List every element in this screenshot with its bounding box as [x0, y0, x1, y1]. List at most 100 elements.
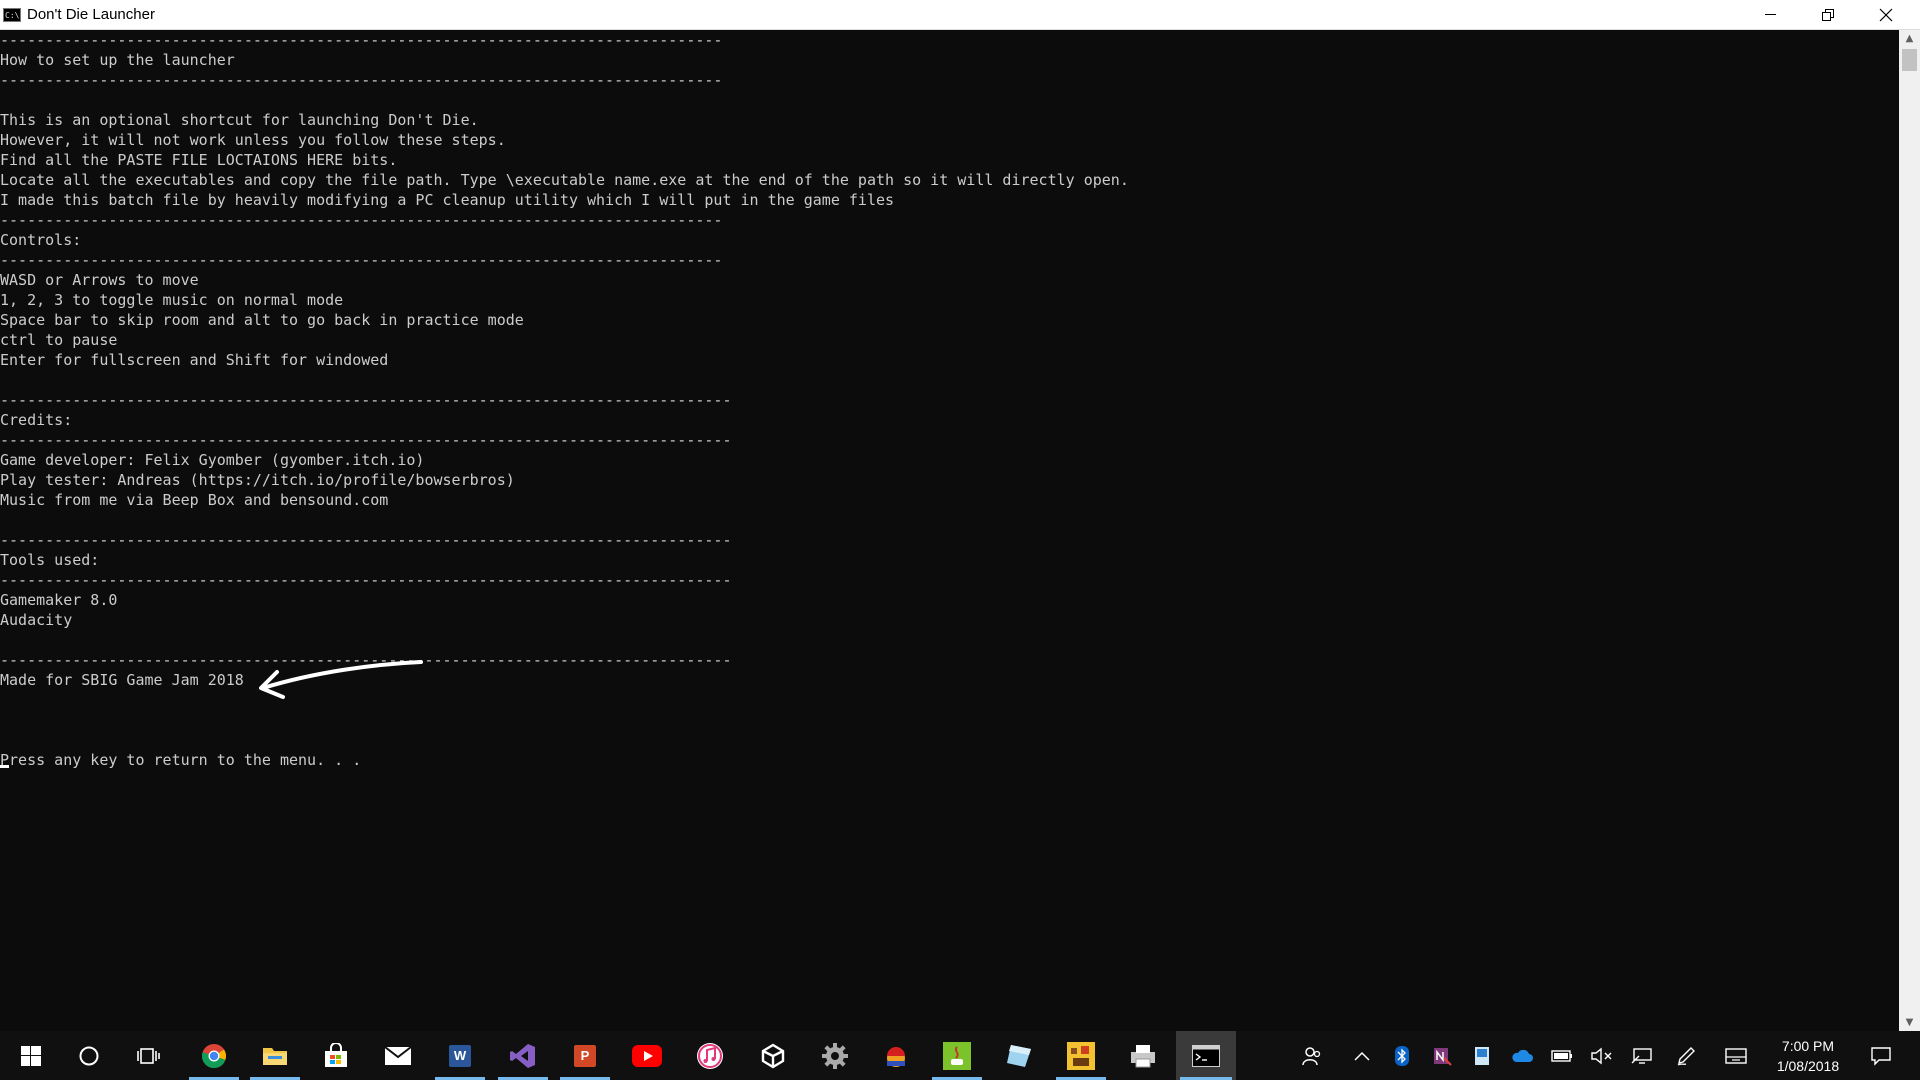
- unity-icon: [761, 1043, 785, 1068]
- device-tray-icon[interactable]: [1462, 1031, 1502, 1080]
- restore-icon: [1822, 8, 1834, 21]
- people-icon[interactable]: [1292, 1031, 1332, 1080]
- task-view-icon: [137, 1047, 160, 1064]
- onenote-tray-icon[interactable]: [1422, 1031, 1462, 1080]
- scroll-thumb[interactable]: [1902, 49, 1917, 71]
- word-app[interactable]: W: [431, 1031, 489, 1080]
- scroll-up-arrow-icon[interactable]: ▲: [1899, 30, 1920, 47]
- console-line: Made for SBIG Game Jam 2018: [0, 671, 244, 689]
- volume-muted-icon[interactable]: [1582, 1031, 1622, 1080]
- console-line: Music from me via Beep Box and bensound.…: [0, 491, 389, 509]
- close-icon: [1879, 8, 1893, 21]
- console-line: This is an optional shortcut for launchi…: [0, 111, 479, 129]
- printer-icon: [1131, 1044, 1155, 1067]
- folder-icon: [263, 1047, 287, 1065]
- console-line: ----------------------------------------…: [0, 251, 723, 269]
- cortana-button[interactable]: [60, 1031, 118, 1080]
- console-line: Game developer: Felix Gyomber (gyomber.i…: [0, 451, 425, 469]
- console-line: ----------------------------------------…: [0, 211, 723, 229]
- console-line: Locate all the executables and copy the …: [0, 171, 1129, 189]
- youtube-play-icon: [632, 1044, 662, 1067]
- taskbar-clock[interactable]: 7:00 PM 1/08/2018: [1760, 1031, 1856, 1080]
- music-note-icon: [697, 1042, 723, 1069]
- text-cursor: [0, 765, 9, 768]
- settings-app[interactable]: [806, 1031, 864, 1080]
- restore-button[interactable]: [1799, 0, 1857, 29]
- powerpoint-icon: P: [574, 1044, 596, 1067]
- console-line: ----------------------------------------…: [0, 531, 732, 549]
- powerpoint-app[interactable]: P: [556, 1031, 614, 1080]
- minimize-icon: [1764, 14, 1776, 15]
- visual-studio-app[interactable]: [494, 1031, 552, 1080]
- console-output[interactable]: ----------------------------------------…: [0, 30, 1899, 1031]
- console-line: Credits:: [0, 411, 73, 429]
- console-line: Enter for fullscreen and Shift for windo…: [0, 351, 389, 369]
- store-app[interactable]: [307, 1031, 365, 1080]
- command-prompt-icon: [1192, 1044, 1220, 1067]
- battery-icon[interactable]: [1542, 1031, 1582, 1080]
- paper-note-icon: [1007, 1044, 1031, 1067]
- visual-studio-icon: [510, 1043, 535, 1068]
- onedrive-cloud-icon[interactable]: [1502, 1031, 1542, 1080]
- task-view-button[interactable]: [120, 1031, 178, 1080]
- console-line: Tools used:: [0, 551, 100, 569]
- windows-logo-icon: [21, 1045, 41, 1066]
- annotation-arrow-icon: [259, 660, 423, 699]
- people-icon-svg: [1302, 1046, 1321, 1065]
- network-icon[interactable]: [1622, 1031, 1662, 1080]
- console-line: ----------------------------------------…: [0, 651, 732, 669]
- vertical-scrollbar[interactable]: ▲ ▼: [1899, 30, 1920, 1031]
- console-line: However, it will not work unless you fol…: [0, 131, 506, 149]
- console-line: ----------------------------------------…: [0, 71, 723, 89]
- scroll-down-arrow-icon[interactable]: ▼: [1899, 1014, 1920, 1031]
- touch-keyboard-icon[interactable]: [1716, 1031, 1756, 1080]
- console-line: Audacity: [0, 611, 73, 629]
- console-text: ----------------------------------------…: [0, 30, 1129, 770]
- minimize-button[interactable]: [1741, 0, 1799, 29]
- game-character-icon: [887, 1046, 905, 1067]
- window-titlebar[interactable]: C:\ Don't Die Launcher: [0, 0, 1920, 30]
- file-explorer-app[interactable]: [246, 1031, 304, 1080]
- console-line: ----------------------------------------…: [0, 391, 732, 409]
- printer-app[interactable]: [1114, 1031, 1172, 1080]
- notes-app[interactable]: [990, 1031, 1048, 1080]
- mail-app[interactable]: [369, 1031, 427, 1080]
- unity-app[interactable]: [744, 1031, 802, 1080]
- java-app[interactable]: [928, 1031, 986, 1080]
- console-line: WASD or Arrows to move: [0, 271, 199, 289]
- console-line: Space bar to skip room and alt to go bac…: [0, 311, 524, 329]
- game-jam-app[interactable]: [1052, 1031, 1110, 1080]
- game-app[interactable]: [867, 1031, 925, 1080]
- window-title: Don't Die Launcher: [27, 6, 155, 23]
- console-line: ----------------------------------------…: [0, 571, 732, 589]
- taskbar: W P 7:00 PM 1/08/2018: [0, 1031, 1920, 1080]
- console-line: ----------------------------------------…: [0, 31, 723, 49]
- store-bag-icon: [325, 1042, 347, 1067]
- clock-time: 7:00 PM: [1781, 1037, 1835, 1054]
- clock-date: 1/08/2018: [1776, 1057, 1840, 1074]
- chrome-icon: [201, 1043, 226, 1068]
- close-button[interactable]: [1857, 0, 1915, 29]
- gear-icon: [822, 1042, 848, 1069]
- command-prompt-app[interactable]: [1176, 1031, 1236, 1080]
- action-center-icon[interactable]: [1860, 1031, 1902, 1080]
- console-line: Controls:: [0, 231, 82, 249]
- game-tile-icon: [1067, 1041, 1095, 1070]
- chevron-up-icon[interactable]: [1342, 1031, 1382, 1080]
- start-button[interactable]: [2, 1031, 60, 1080]
- word-icon: W: [449, 1044, 471, 1067]
- java-icon: [943, 1041, 971, 1070]
- bluetooth-icon[interactable]: [1382, 1031, 1422, 1080]
- itunes-app[interactable]: [681, 1031, 739, 1080]
- console-line: Gamemaker 8.0: [0, 591, 118, 609]
- pen-icon[interactable]: [1666, 1031, 1706, 1080]
- youtube-app[interactable]: [618, 1031, 676, 1080]
- command-prompt-icon: C:\: [3, 8, 21, 22]
- chrome-app[interactable]: [185, 1031, 243, 1080]
